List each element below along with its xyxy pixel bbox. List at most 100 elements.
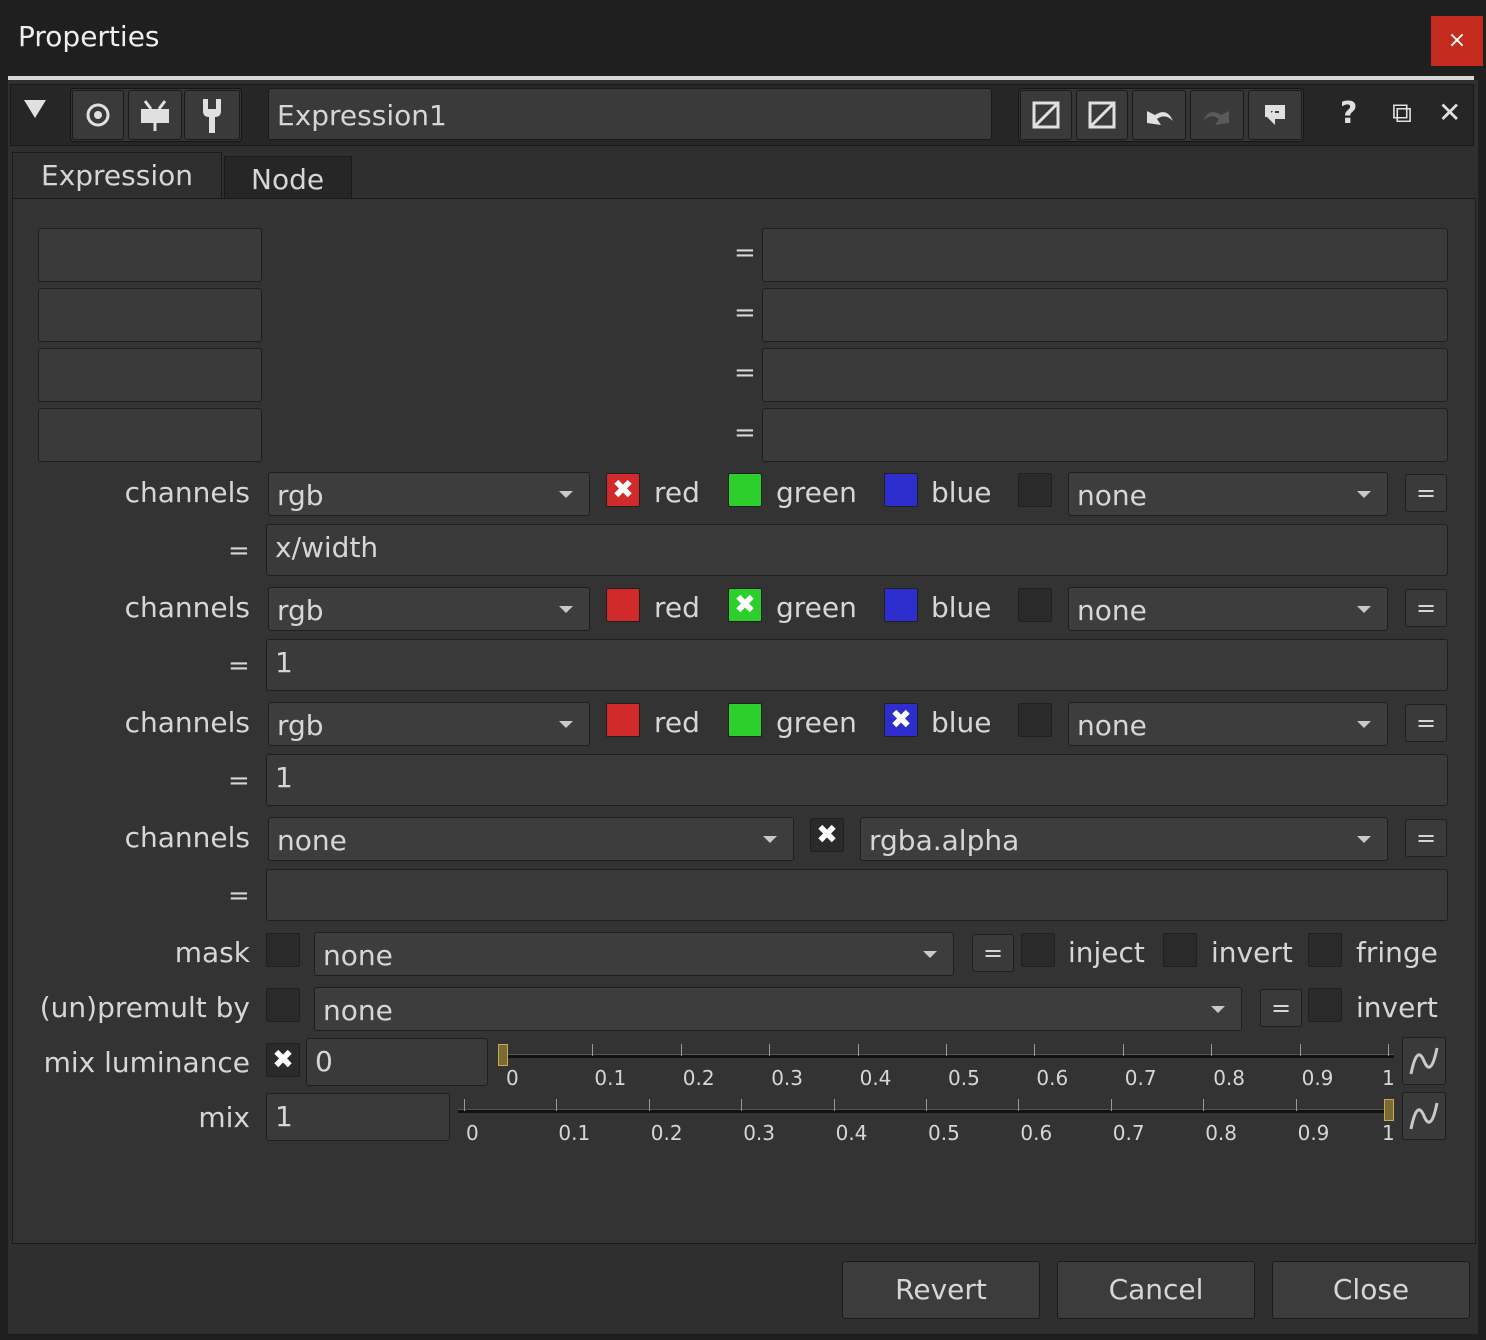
collapse-icon[interactable] bbox=[24, 100, 46, 118]
fringe-checkbox[interactable] bbox=[1308, 933, 1342, 967]
node-input-button[interactable] bbox=[128, 90, 182, 140]
mix-slider[interactable]: 0 0.1 0.2 0.3 0.4 0.5 0.6 0.7 0.8 0.9 1 bbox=[458, 1095, 1395, 1145]
extra-channel-checkbox[interactable] bbox=[1018, 703, 1052, 737]
green-checkbox[interactable] bbox=[728, 473, 762, 507]
channels-dropdown[interactable]: rgb bbox=[268, 472, 590, 516]
temp-expr-field[interactable] bbox=[762, 348, 1448, 402]
unpremult-link-button[interactable]: = bbox=[1260, 989, 1302, 1027]
revert-history-button[interactable] bbox=[1248, 90, 1302, 140]
temp-expr-field[interactable] bbox=[762, 228, 1448, 282]
tab-node[interactable]: Node bbox=[224, 156, 352, 200]
redo-icon bbox=[1203, 111, 1229, 125]
alpha-checkbox[interactable]: ✖ bbox=[810, 818, 844, 852]
slider-tick-label: 0.6 bbox=[1020, 1121, 1053, 1145]
undo-button[interactable] bbox=[1132, 90, 1186, 140]
extra-channel-dropdown[interactable]: none bbox=[1068, 472, 1388, 516]
slider-handle[interactable] bbox=[1384, 1099, 1394, 1121]
equals-label: = bbox=[734, 418, 756, 448]
invert-label: invert bbox=[1211, 936, 1293, 969]
tab-expression[interactable]: Expression bbox=[12, 152, 222, 200]
slider-tick-label: 0.2 bbox=[650, 1121, 683, 1145]
slider-tick bbox=[1122, 1044, 1124, 1056]
unpremult-checkbox[interactable] bbox=[266, 988, 300, 1022]
mask-dropdown[interactable]: none bbox=[314, 932, 954, 976]
mix-input[interactable]: 1 bbox=[266, 1093, 450, 1141]
revert-button[interactable]: Revert bbox=[842, 1261, 1040, 1319]
slider-tick bbox=[1018, 1099, 1020, 1111]
mix-luminance-input[interactable]: 0 bbox=[306, 1038, 488, 1086]
expression-input[interactable]: 1 bbox=[266, 639, 1448, 691]
link-button[interactable]: = bbox=[1405, 819, 1447, 857]
extra-channel-dropdown[interactable]: none bbox=[1068, 587, 1388, 631]
equals-label: = bbox=[734, 238, 756, 268]
equals-label: = bbox=[734, 358, 756, 388]
slider-handle[interactable] bbox=[498, 1044, 508, 1066]
chevron-down-icon bbox=[1357, 606, 1371, 613]
animation-curve-button[interactable] bbox=[1402, 1092, 1446, 1140]
slider-tick-label: 0.3 bbox=[743, 1121, 775, 1145]
slider-tick-label: 0.5 bbox=[948, 1066, 980, 1090]
green-checkbox[interactable]: ✖ bbox=[728, 588, 762, 622]
invert-checkbox[interactable] bbox=[1163, 933, 1197, 967]
redo-button[interactable] bbox=[1190, 90, 1244, 140]
unpremult-invert-checkbox[interactable] bbox=[1308, 988, 1342, 1022]
blue-checkbox[interactable]: ✖ bbox=[884, 703, 918, 737]
slider-tick-label: 1 bbox=[1382, 1066, 1395, 1090]
cancel-button[interactable]: Cancel bbox=[1057, 1261, 1255, 1319]
temp-name-field[interactable] bbox=[38, 348, 262, 402]
link-button[interactable]: = bbox=[1405, 589, 1447, 627]
mix-luminance-checkbox[interactable]: ✖ bbox=[266, 1043, 300, 1077]
slider-tick bbox=[1110, 1099, 1112, 1111]
link-button[interactable]: = bbox=[1405, 474, 1447, 512]
mask-link-button[interactable]: = bbox=[972, 934, 1014, 972]
expression-input[interactable]: x/width bbox=[266, 524, 1448, 576]
node-icon bbox=[141, 100, 169, 131]
slider-tick-label: 0.7 bbox=[1112, 1121, 1145, 1145]
extra-channel-checkbox[interactable] bbox=[1018, 473, 1052, 507]
extra-channel-checkbox[interactable] bbox=[1018, 588, 1052, 622]
node-name-input[interactable]: Expression1 bbox=[268, 88, 992, 140]
animation-curve-button[interactable] bbox=[1402, 1037, 1446, 1085]
node-center-button[interactable] bbox=[72, 90, 124, 140]
node-settings-button[interactable] bbox=[184, 90, 240, 140]
temp-name-field[interactable] bbox=[38, 288, 262, 342]
help-icon[interactable]: ? bbox=[1340, 96, 1357, 131]
channels-label: channels bbox=[124, 591, 250, 624]
slider-tick-label: 1 bbox=[1382, 1121, 1395, 1145]
green-checkbox[interactable] bbox=[728, 703, 762, 737]
expression-input[interactable]: 1 bbox=[266, 754, 1448, 806]
temp-expr-field[interactable] bbox=[762, 288, 1448, 342]
red-checkbox[interactable] bbox=[606, 703, 640, 737]
slider-tick bbox=[464, 1099, 465, 1111]
float-icon[interactable]: ⧉ bbox=[1392, 96, 1412, 130]
channels-dropdown[interactable]: none bbox=[268, 817, 794, 861]
channels-dropdown[interactable]: rgb bbox=[268, 587, 590, 631]
expression-input[interactable] bbox=[266, 869, 1448, 921]
slash-box-icon bbox=[1088, 101, 1116, 129]
temp-expr-field[interactable] bbox=[762, 408, 1448, 462]
blue-checkbox[interactable] bbox=[884, 473, 918, 507]
blue-checkbox[interactable] bbox=[884, 588, 918, 622]
curve-icon bbox=[1409, 1047, 1439, 1075]
mix-luminance-slider[interactable]: 0 0.1 0.2 0.3 0.4 0.5 0.6 0.7 0.8 0.9 1 bbox=[498, 1040, 1395, 1090]
temp-name-field[interactable] bbox=[38, 408, 262, 462]
red-checkbox[interactable]: ✖ bbox=[606, 473, 640, 507]
close-panel-icon[interactable]: ✕ bbox=[1438, 96, 1461, 129]
extra-channel-dropdown[interactable]: none bbox=[1068, 702, 1388, 746]
slider-tick bbox=[946, 1044, 947, 1056]
inject-checkbox[interactable] bbox=[1021, 933, 1055, 967]
extra-channel-dropdown[interactable]: rgba.alpha bbox=[860, 817, 1388, 861]
red-checkbox[interactable] bbox=[606, 588, 640, 622]
link-button[interactable]: = bbox=[1405, 704, 1447, 742]
channels-dropdown[interactable]: rgb bbox=[268, 702, 590, 746]
close-button[interactable]: Close bbox=[1272, 1261, 1470, 1319]
reset-button-1[interactable] bbox=[1020, 90, 1072, 140]
temp-name-field[interactable] bbox=[38, 228, 262, 282]
mask-checkbox[interactable] bbox=[266, 933, 300, 967]
unpremult-dropdown[interactable]: none bbox=[314, 987, 1242, 1031]
slider-tick bbox=[648, 1099, 650, 1111]
dropdown-value: none bbox=[323, 994, 393, 1027]
target-icon bbox=[86, 103, 110, 127]
reset-button-2[interactable] bbox=[1076, 90, 1128, 140]
window-close-button[interactable]: × bbox=[1431, 16, 1483, 66]
